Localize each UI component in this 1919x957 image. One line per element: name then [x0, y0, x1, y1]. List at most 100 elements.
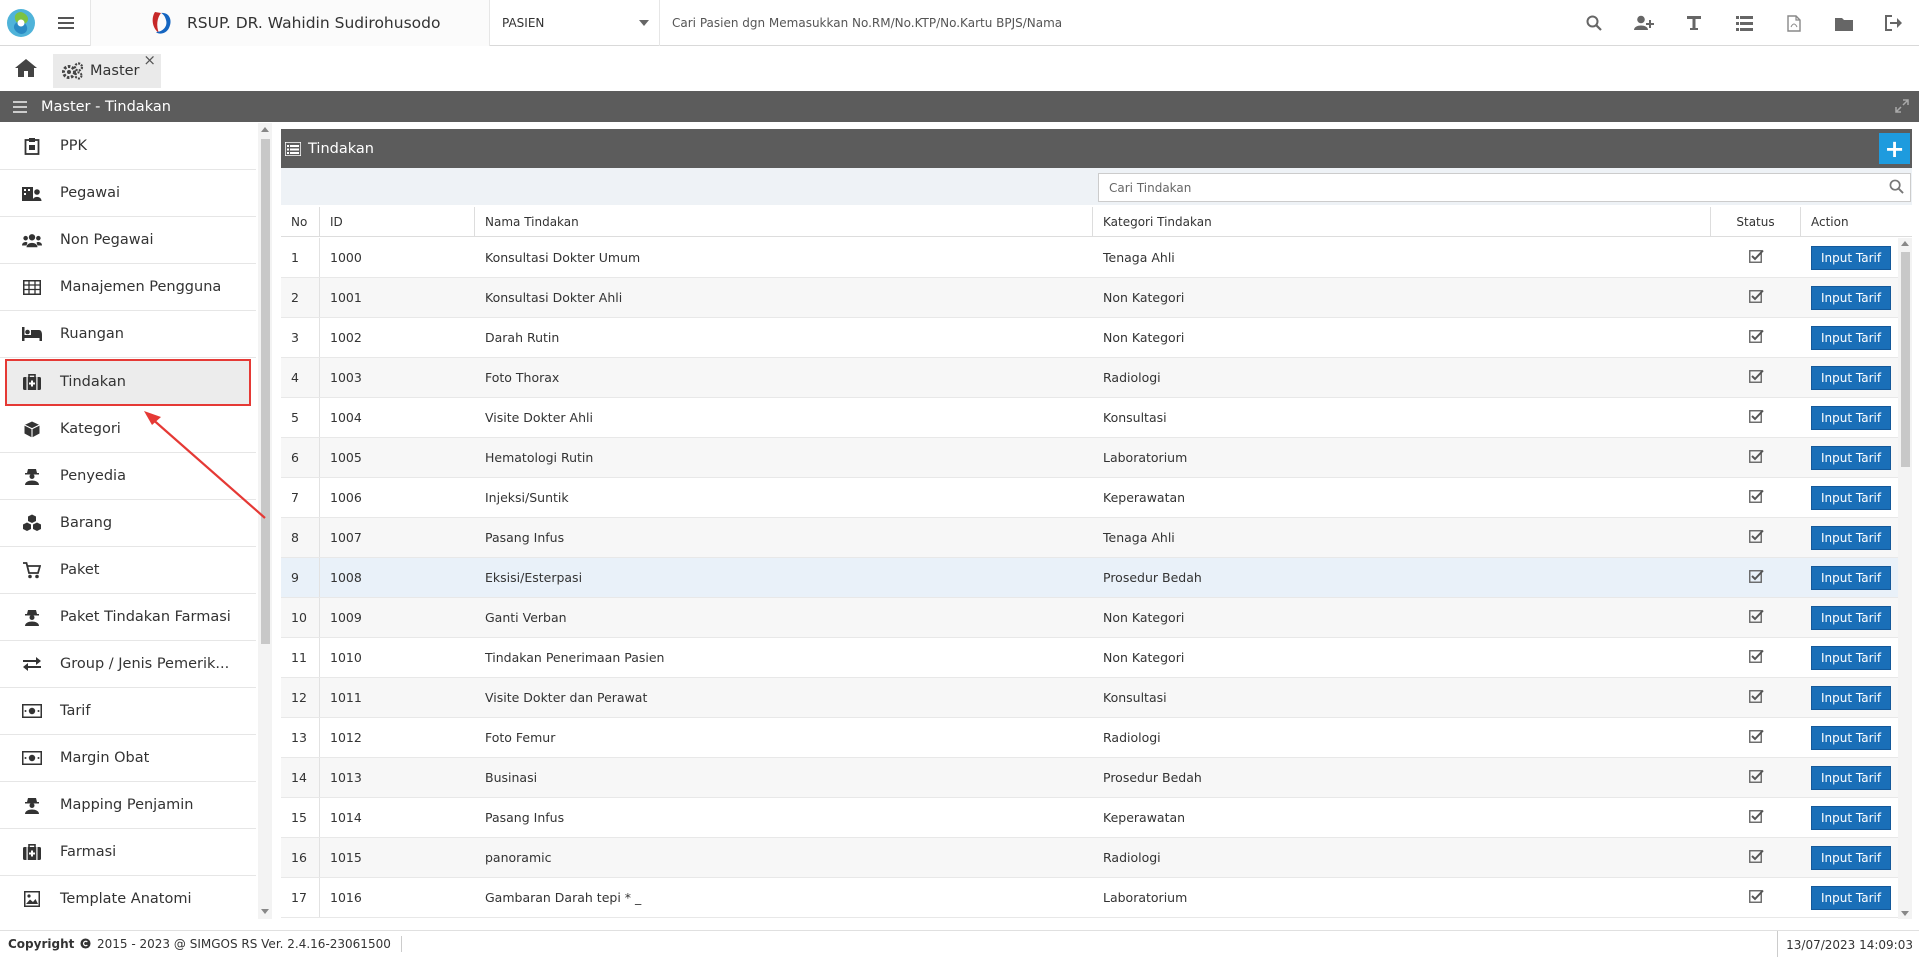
- scroll-up-icon[interactable]: [1901, 241, 1909, 246]
- home-icon[interactable]: [14, 58, 38, 78]
- checkbox-checked-icon[interactable]: [1748, 849, 1764, 866]
- checkbox-checked-icon[interactable]: [1748, 289, 1764, 306]
- table-row[interactable]: 13 1012 Foto Femur Radiologi Input Tarif: [281, 718, 1912, 758]
- text-icon[interactable]: [1669, 0, 1719, 46]
- main-menu-button[interactable]: [46, 0, 86, 46]
- sidebar-item-kategori[interactable]: Kategori: [0, 406, 256, 453]
- table-row[interactable]: 5 1004 Visite Dokter Ahli Konsultasi Input T…: [281, 398, 1912, 438]
- column-header-kategori[interactable]: Kategori Tindakan: [1093, 207, 1711, 237]
- table-row[interactable]: 1 1000 Konsultasi Dokter Umum Tenaga Ahli In…: [281, 238, 1912, 278]
- sidebar-item-tindakan[interactable]: Tindakan: [5, 359, 251, 406]
- input-tarif-button[interactable]: Input Tarif: [1811, 765, 1892, 790]
- input-tarif-button[interactable]: Input Tarif: [1811, 565, 1892, 590]
- hamburger-icon[interactable]: [13, 100, 27, 113]
- sidebar-item-farmasi[interactable]: Farmasi: [0, 829, 256, 876]
- sidebar-item-paket-tindakan-farmasi[interactable]: Paket Tindakan Farmasi: [0, 594, 256, 641]
- sidebar-item-ppk[interactable]: PPK: [0, 123, 256, 170]
- search-mode-select[interactable]: PASIEN: [490, 0, 660, 46]
- column-header-id[interactable]: ID: [320, 207, 475, 237]
- sidebar-item-group-jenis-pemerik[interactable]: Group / Jenis Pemerik...: [0, 641, 256, 688]
- checkbox-checked-icon[interactable]: [1748, 529, 1764, 546]
- pdf-file-icon[interactable]: [1769, 0, 1819, 46]
- checkbox-checked-icon[interactable]: [1748, 369, 1764, 386]
- sidebar-scrollbar[interactable]: [258, 123, 272, 919]
- input-tarif-button[interactable]: Input Tarif: [1811, 605, 1892, 630]
- input-tarif-button[interactable]: Input Tarif: [1811, 685, 1892, 710]
- checkbox-checked-icon[interactable]: [1748, 409, 1764, 426]
- table-row[interactable]: 17 1016 Gambaran Darah tepi * _ Laboratoriu…: [281, 878, 1912, 918]
- search-tindakan-input[interactable]: [1098, 173, 1911, 202]
- table-row[interactable]: 12 1011 Visite Dokter dan Perawat Konsultas…: [281, 678, 1912, 718]
- table-row[interactable]: 9 1008 Eksisi/Esterpasi Prosedur Bedah Input…: [281, 558, 1912, 598]
- input-tarif-button[interactable]: Input Tarif: [1811, 285, 1892, 310]
- scroll-down-icon[interactable]: [261, 909, 269, 914]
- list-icon[interactable]: [1719, 0, 1769, 46]
- patient-search-input[interactable]: [660, 0, 1560, 46]
- add-tindakan-button[interactable]: +: [1879, 133, 1910, 164]
- input-tarif-button[interactable]: Input Tarif: [1811, 245, 1892, 270]
- sidebar-item-tarif[interactable]: Tarif: [0, 688, 256, 735]
- table-row[interactable]: 6 1005 Hematologi Rutin Laboratorium Input T…: [281, 438, 1912, 478]
- checkbox-checked-icon[interactable]: [1748, 729, 1764, 746]
- sidebar-item-barang[interactable]: Barang: [0, 500, 256, 547]
- sidebar-item-penyedia[interactable]: Penyedia: [0, 453, 256, 500]
- scrollbar-thumb[interactable]: [1901, 252, 1910, 467]
- checkbox-checked-icon[interactable]: [1748, 649, 1764, 666]
- logout-icon[interactable]: [1869, 0, 1919, 46]
- sidebar-item-pegawai[interactable]: Pegawai: [0, 170, 256, 217]
- close-tab-icon[interactable]: ×: [143, 51, 156, 69]
- expand-icon[interactable]: [1895, 99, 1909, 113]
- sidebar-item-mapping-penjamin[interactable]: Mapping Penjamin: [0, 782, 256, 829]
- search-icon[interactable]: [1569, 0, 1619, 46]
- column-header-status[interactable]: Status: [1711, 207, 1801, 237]
- table-row[interactable]: 2 1001 Konsultasi Dokter Ahli Non Kategori I…: [281, 278, 1912, 318]
- search-icon[interactable]: [1889, 179, 1904, 194]
- table-scrollbar[interactable]: [1898, 238, 1912, 919]
- sidebar-item-margin-obat[interactable]: Margin Obat: [0, 735, 256, 782]
- input-tarif-button[interactable]: Input Tarif: [1811, 725, 1892, 750]
- tab-master[interactable]: Master ×: [53, 51, 161, 88]
- checkbox-checked-icon[interactable]: [1748, 809, 1764, 826]
- table-row[interactable]: 14 1013 Businasi Prosedur Bedah Input Tarif: [281, 758, 1912, 798]
- input-tarif-button[interactable]: Input Tarif: [1811, 885, 1892, 910]
- table-row[interactable]: 4 1003 Foto Thorax Radiologi Input Tarif: [281, 358, 1912, 398]
- table-row[interactable]: 8 1007 Pasang Infus Tenaga Ahli Input Tarif: [281, 518, 1912, 558]
- input-tarif-button[interactable]: Input Tarif: [1811, 445, 1892, 470]
- table-row[interactable]: 15 1014 Pasang Infus Keperawatan Input Tarif: [281, 798, 1912, 838]
- sidebar-item-manajemen-pengguna[interactable]: Manajemen Pengguna: [0, 264, 256, 311]
- input-tarif-button[interactable]: Input Tarif: [1811, 405, 1892, 430]
- add-user-icon[interactable]: [1619, 0, 1669, 46]
- checkbox-checked-icon[interactable]: [1748, 609, 1764, 626]
- column-header-no[interactable]: No: [281, 207, 320, 237]
- table-row[interactable]: 3 1002 Darah Rutin Non Kategori Input Tarif: [281, 318, 1912, 358]
- checkbox-checked-icon[interactable]: [1748, 889, 1764, 906]
- table-row[interactable]: 10 1009 Ganti Verban Non Kategori Input Tari…: [281, 598, 1912, 638]
- input-tarif-button[interactable]: Input Tarif: [1811, 325, 1892, 350]
- checkbox-checked-icon[interactable]: [1748, 489, 1764, 506]
- input-tarif-button[interactable]: Input Tarif: [1811, 845, 1892, 870]
- checkbox-checked-icon[interactable]: [1748, 449, 1764, 466]
- input-tarif-button[interactable]: Input Tarif: [1811, 485, 1892, 510]
- checkbox-checked-icon[interactable]: [1748, 569, 1764, 586]
- table-row[interactable]: 7 1006 Injeksi/Suntik Keperawatan Input Tari…: [281, 478, 1912, 518]
- checkbox-checked-icon[interactable]: [1748, 769, 1764, 786]
- table-row[interactable]: 11 1010 Tindakan Penerimaan Pasien Non Kate…: [281, 638, 1912, 678]
- app-logo-icon[interactable]: [0, 0, 42, 46]
- input-tarif-button[interactable]: Input Tarif: [1811, 365, 1892, 390]
- input-tarif-button[interactable]: Input Tarif: [1811, 805, 1892, 830]
- scroll-up-icon[interactable]: [261, 127, 269, 132]
- scroll-down-icon[interactable]: [1901, 911, 1909, 916]
- scrollbar-thumb[interactable]: [261, 139, 270, 644]
- sidebar-item-non-pegawai[interactable]: Non Pegawai: [0, 217, 256, 264]
- table-row[interactable]: 16 1015 panoramic Radiologi Input Tarif: [281, 838, 1912, 878]
- sidebar-item-paket[interactable]: Paket: [0, 547, 256, 594]
- sidebar-item-ruangan[interactable]: Ruangan: [0, 311, 256, 358]
- checkbox-checked-icon[interactable]: [1748, 329, 1764, 346]
- folder-icon[interactable]: [1819, 0, 1869, 46]
- input-tarif-button[interactable]: Input Tarif: [1811, 525, 1892, 550]
- checkbox-checked-icon[interactable]: [1748, 249, 1764, 266]
- column-header-nama[interactable]: Nama Tindakan: [475, 207, 1093, 237]
- checkbox-checked-icon[interactable]: [1748, 689, 1764, 706]
- input-tarif-button[interactable]: Input Tarif: [1811, 645, 1892, 670]
- sidebar-item-template-anatomi[interactable]: Template Anatomi: [0, 876, 256, 919]
